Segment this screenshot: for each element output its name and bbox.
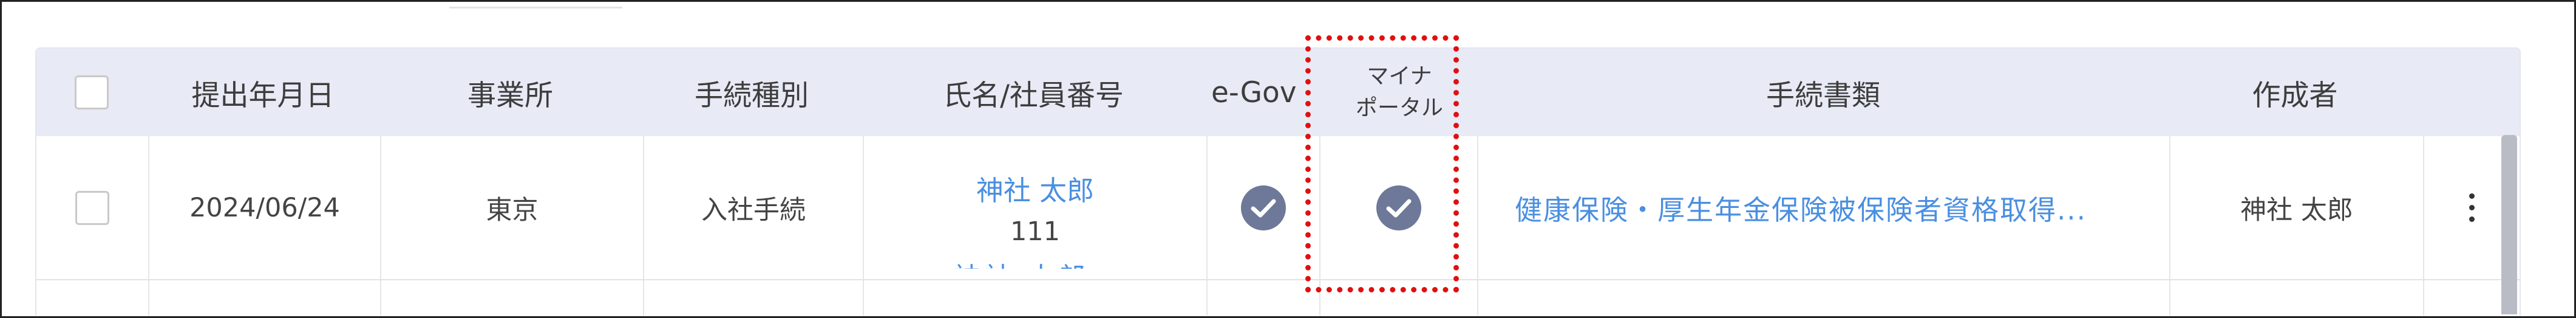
header-actions [2422,49,2520,136]
row-mynaportal-cell [1320,280,1478,316]
table-header: 提出年月日 事業所 手続種別 氏名/社員番号 e-Gov マイナ ポータル 手続… [36,49,2520,136]
more-options-icon[interactable] [2469,193,2475,222]
row-name-cell [864,280,1208,316]
row-mynaportal-cell [1320,136,1478,279]
vertical-scrollbar[interactable] [2501,135,2517,314]
employee-number: 111 [1010,216,1061,247]
check-circle-icon [1241,185,1286,230]
row-procedure-type [644,280,864,316]
select-all-checkbox[interactable] [75,75,109,109]
row-date [149,280,381,316]
row-procedure-type: 入社手続 [644,136,864,279]
row-egov-cell [1208,136,1320,279]
header-mynaportal-line2: ポータル [1355,95,1443,120]
procedures-table: 提出年月日 事業所 手続種別 氏名/社員番号 e-Gov マイナ ポータル 手続… [35,47,2521,316]
header-procedure-type[interactable]: 手続種別 [642,49,861,136]
row-documents-cell [1478,280,2170,316]
row-select-cell [36,280,149,316]
employee-name-link[interactable]: 神社 太郎 [976,168,1094,208]
header-creator[interactable]: 作成者 [2168,49,2422,136]
header-documents[interactable]: 手続書類 [1478,49,2168,136]
table-row[interactable]: 2024/06/24 東京 入社手続 神社 太郎 111 健康保険・厚生年金保険… [36,136,2520,280]
header-office[interactable]: 事業所 [379,49,642,136]
header-select-all-cell [36,49,147,136]
header-date[interactable]: 提出年月日 [147,49,379,136]
employee-name-link[interactable]: 神社 太郎 [953,255,1089,269]
row-egov-cell [1208,280,1320,316]
table-row[interactable] [36,280,2520,316]
header-egov[interactable]: e-Gov [1205,49,1320,136]
top-tab-indicator [449,2,622,9]
row-office: 東京 [381,136,644,279]
row-select-cell [36,136,149,279]
header-mynaportal-line1: マイナ [1367,64,1432,89]
row-creator: 神社 太郎 [2170,136,2424,279]
header-mynaportal[interactable]: マイナ ポータル [1320,49,1478,136]
row-documents-cell: 健康保険・厚生年金保険被保険者資格取得... [1478,136,2170,279]
row-checkbox[interactable] [75,190,109,225]
check-circle-icon [1376,185,1421,230]
header-name-employee-no[interactable]: 氏名/社員番号 [861,49,1205,136]
document-link[interactable]: 健康保険・厚生年金保険被保険者資格取得... [1515,188,2087,227]
row-date: 2024/06/24 [149,136,381,279]
row-office [381,280,644,316]
row-creator [2170,280,2424,316]
